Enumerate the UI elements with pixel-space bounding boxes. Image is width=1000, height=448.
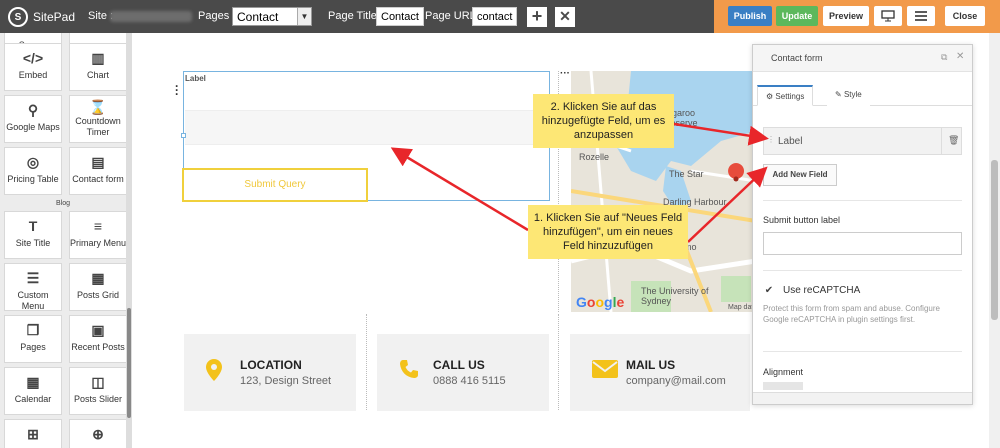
annotation-arrows xyxy=(390,122,769,243)
callout-step-1: 1. Klicken Sie auf "Neues Feld hinzufüge… xyxy=(528,205,688,259)
callout-step-2: 2. Klicken Sie auf das hinzugefügte Feld… xyxy=(533,94,674,148)
